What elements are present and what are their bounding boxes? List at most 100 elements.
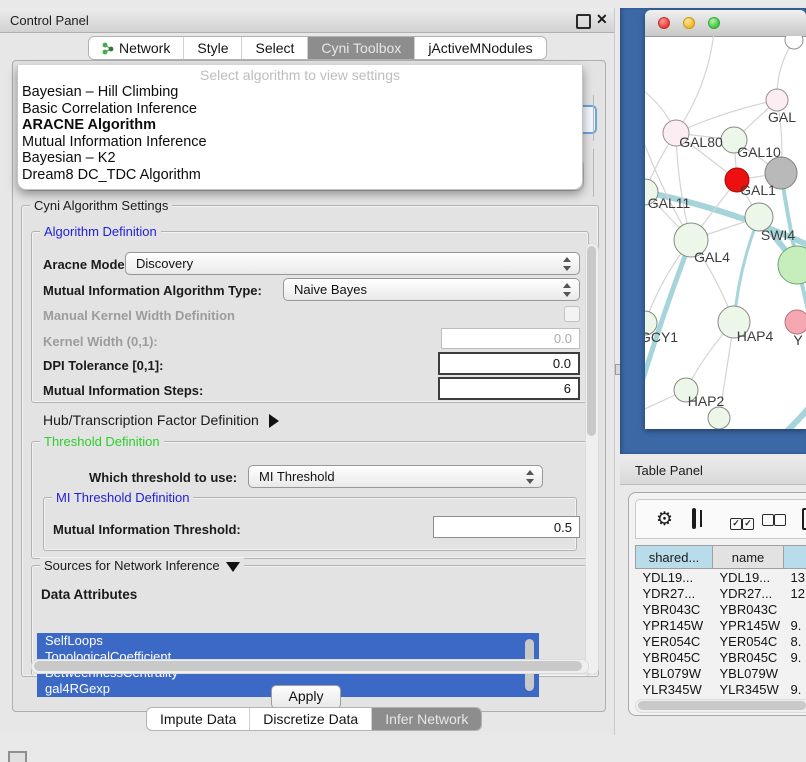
aracne-mode-combo[interactable]: Discovery [125, 252, 580, 275]
algorithm-option[interactable]: ARACNE Algorithm [18, 117, 582, 134]
hub-section-toggle[interactable]: Hub/Transcription Factor Definition [43, 412, 279, 428]
algorithm-option[interactable]: Bayesian – Hill Climbing [18, 84, 582, 101]
mi-type-label: Mutual Information Algorithm Type: [43, 283, 262, 298]
settings-vscrollbar[interactable] [585, 243, 599, 675]
group-title: Algorithm Definition [40, 224, 161, 239]
manual-kernel-checkbox[interactable] [564, 306, 580, 322]
table-cell: YDR27... [713, 585, 784, 601]
columns-icon[interactable] [692, 508, 696, 529]
network-node-label: Y [793, 332, 803, 348]
sources-title: Sources for Network Inference [44, 558, 220, 573]
table-cell: YDR27... [636, 585, 713, 601]
table-row[interactable]: YBR043CYBR043C [636, 601, 806, 617]
table-hscrollbar[interactable] [635, 699, 806, 713]
table-cell: 9. [784, 649, 806, 665]
tab-select[interactable]: Select [242, 37, 308, 59]
table-row[interactable]: YBL079WYBL079W [636, 665, 806, 681]
column-header[interactable]: A [784, 546, 806, 569]
deselect-all-columns-icon[interactable] [762, 513, 786, 531]
table-hscrollbar-thumb[interactable] [638, 701, 806, 710]
algorithm-option[interactable]: Dream8 DC_TDC Algorithm [18, 167, 582, 184]
network-node-label: GCY1 [645, 329, 678, 345]
mi-type-combo[interactable]: Naive Bayes [283, 278, 580, 301]
table-cell: YBR045C [713, 649, 784, 665]
network-node-label: GAL80 [679, 134, 723, 150]
tab-discretize-data[interactable]: Discretize Data [250, 708, 372, 730]
dropdown-items: Bayesian – Hill ClimbingBasic Correlatio… [18, 84, 582, 183]
table-cell: 9. [784, 617, 806, 633]
table-cell: 8. [784, 633, 806, 649]
network-node-y[interactable] [785, 310, 806, 334]
minimize-traffic-light-icon[interactable] [683, 17, 695, 29]
panel-title: Table Panel [635, 463, 703, 478]
table-cell: YER054C [713, 633, 784, 649]
network-node-gal[interactable] [766, 89, 788, 111]
network-node-big1[interactable] [778, 246, 806, 284]
table-header-row[interactable]: shared...nameA [636, 546, 806, 569]
gear-icon[interactable]: ⚙ [656, 508, 673, 531]
attribute-list-item[interactable]: SelfLoops [37, 633, 539, 649]
close-icon[interactable]: ✕ [596, 11, 608, 28]
mi-steps-field[interactable]: 6 [438, 377, 580, 400]
algorithm-option[interactable]: Basic Correlation Inference [18, 101, 582, 118]
network-edge[interactable] [676, 36, 715, 133]
tab-label: Impute Data [160, 711, 236, 727]
table-row[interactable]: YBR045CYBR045C9. [636, 649, 806, 665]
tab-cyni-toolbox[interactable]: Cyni Toolbox [308, 37, 415, 59]
which-threshold-combo[interactable]: MI Threshold [248, 465, 543, 488]
tab-label: Style [197, 40, 228, 56]
table-cell: YBR045C [636, 649, 713, 665]
tab-impute-data[interactable]: Impute Data [147, 708, 250, 730]
column-header[interactable]: name [713, 546, 784, 569]
apply-button[interactable]: Apply [271, 685, 341, 709]
group-title: Cyni Algorithm Settings [30, 198, 172, 213]
tab-network[interactable]: Network [89, 37, 184, 59]
node-table[interactable]: shared...nameA YDL19...YDL19...13YDR27..… [635, 545, 806, 713]
network-node-label: SWI4 [761, 227, 795, 243]
table-cell: YPR145W [636, 617, 713, 633]
float-window-icon[interactable] [576, 14, 591, 29]
algorithm-option[interactable]: Mutual Information Inference [18, 134, 582, 151]
dpi-tolerance-field[interactable]: 0.0 [438, 352, 580, 375]
bottom-tabstrip: Impute Data Discretize DataInfer Network [146, 707, 482, 731]
groupbox-fragment [593, 149, 594, 197]
kernel-width-label: Kernel Width (0,1): [43, 334, 158, 349]
tab-style[interactable]: Style [184, 37, 242, 59]
mi-threshold-field[interactable]: 0.5 [433, 516, 580, 538]
kernel-width-field[interactable]: 0.0 [441, 328, 580, 349]
group-title: Threshold Definition [40, 434, 164, 449]
combo-value: Naive Bayes [294, 282, 367, 297]
network-node-b1[interactable] [708, 407, 730, 429]
table-row[interactable]: YLR345WYLR345W9. [636, 681, 806, 697]
settings-hscrollbar-thumb[interactable] [34, 661, 582, 671]
settings-hscrollbar[interactable] [31, 659, 589, 674]
close-traffic-light-icon[interactable] [658, 17, 670, 29]
minimized-panel-icon[interactable] [8, 751, 27, 762]
control-panel-titlebar: Control Panel ✕ [0, 8, 614, 33]
table-row[interactable]: YPR145WYPR145W9. [636, 617, 806, 633]
table-row[interactable]: YDL19...YDL19...13 [636, 569, 806, 586]
settings-vscrollbar-thumb[interactable] [587, 246, 596, 436]
network-view-frame: GALGAL80GAL10GAL1GAL11SWI4GAL4GCY1HAP4YH… [620, 8, 806, 454]
table-panel-window: ⚙ ✓✓ shared...nameA YDL19...YDL19...13YD… [628, 492, 806, 716]
tab-content-panel: gal-filtered sif default node Select alg… [12, 60, 606, 712]
tab-infer-network[interactable]: Infer Network [372, 708, 481, 730]
groupbox-fragment [593, 95, 594, 141]
tab-jactivemnodules[interactable]: jActiveMNodules [415, 37, 545, 59]
document-icon[interactable] [802, 508, 806, 530]
algorithm-dropdown-popup: Select algorithm to view settings Bayesi… [17, 65, 583, 190]
network-window-titlebar[interactable] [645, 10, 806, 37]
network-graph[interactable]: GALGAL80GAL10GAL1GAL11SWI4GAL4GCY1HAP4YH… [645, 36, 806, 429]
sources-toggle[interactable]: Sources for Network Inference [40, 558, 244, 573]
table-row[interactable]: YER054CYER054C8. [636, 633, 806, 649]
table-row[interactable]: YDR27...YDR27...12 [636, 585, 806, 601]
zoom-traffic-light-icon[interactable] [708, 17, 720, 29]
network-node-t1[interactable] [785, 36, 803, 49]
network-edge[interactable] [676, 100, 777, 133]
algorithm-option[interactable]: Bayesian – K2 [18, 150, 582, 167]
select-all-columns-icon[interactable]: ✓✓ [730, 513, 754, 531]
table-cell: YBL079W [636, 665, 713, 681]
data-attributes-label: Data Attributes [41, 587, 137, 602]
column-header[interactable]: shared... [636, 546, 713, 569]
table-cell: YBL079W [713, 665, 784, 681]
